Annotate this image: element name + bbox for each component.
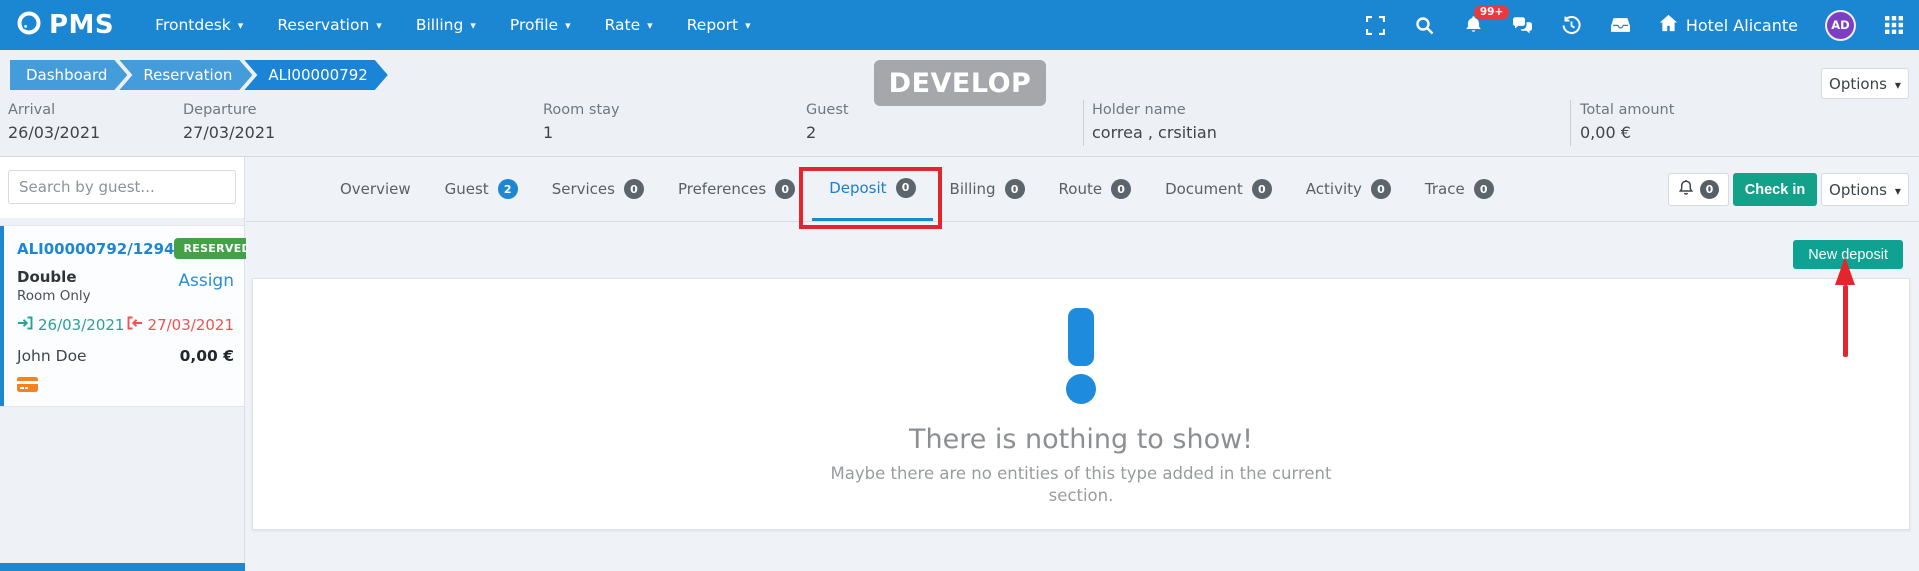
tab-route[interactable]: Route0 bbox=[1042, 157, 1149, 221]
history-icon[interactable] bbox=[1561, 14, 1583, 36]
tab-deposit[interactable]: Deposit0 bbox=[812, 157, 932, 221]
breadcrumb-reservation-id[interactable]: ALI00000792 bbox=[244, 60, 387, 90]
field-departure: Departure 27/03/2021 bbox=[183, 102, 275, 142]
exclamation-icon bbox=[1068, 308, 1094, 366]
tab-preferences-count-badge: 0 bbox=[775, 179, 795, 199]
room-type: Double bbox=[17, 268, 91, 286]
new-deposit-button[interactable]: New deposit bbox=[1793, 240, 1903, 269]
field-holder-name: Holder name correa , crsitian bbox=[1092, 102, 1217, 142]
active-hotel-selector[interactable]: Hotel Alicante bbox=[1659, 14, 1798, 36]
field-guest: Guest 2 bbox=[806, 102, 849, 142]
notifications-bell-icon[interactable]: 99+ bbox=[1463, 14, 1485, 36]
search-input[interactable] bbox=[8, 170, 236, 204]
divider bbox=[1570, 100, 1571, 146]
header-options-button[interactable]: Options bbox=[1821, 68, 1909, 99]
check-out-arrow-icon bbox=[127, 316, 143, 334]
notification-count-badge: 99+ bbox=[1474, 5, 1509, 20]
app-logo[interactable]: PMS bbox=[16, 10, 114, 40]
rooms-sidebar: ALI00000792/1294 RESERVED Double Room On… bbox=[0, 157, 245, 571]
divider bbox=[1083, 100, 1084, 146]
sidebar-search-section bbox=[0, 157, 244, 218]
chat-icon[interactable] bbox=[1512, 14, 1534, 36]
tab-trace-count-badge: 0 bbox=[1474, 179, 1494, 199]
board-type: Room Only bbox=[17, 288, 91, 304]
menu-rate[interactable]: Rate bbox=[590, 0, 668, 50]
alerts-count-badge: 0 bbox=[1700, 180, 1719, 199]
menu-reservation[interactable]: Reservation bbox=[262, 0, 397, 50]
reservation-reference-link[interactable]: ALI00000792/1294 bbox=[17, 240, 174, 258]
hotel-name: Hotel Alicante bbox=[1686, 16, 1798, 35]
deposit-content-panel: There is nothing to show! Maybe there ar… bbox=[252, 278, 1910, 530]
field-total-amount: Total amount 0,00 € bbox=[1580, 102, 1674, 142]
breadcrumb: Dashboard Reservation ALI00000792 bbox=[10, 60, 380, 90]
selected-indicator bbox=[0, 226, 4, 406]
reservation-header: Dashboard Reservation ALI00000792 DEVELO… bbox=[0, 50, 1919, 157]
breadcrumb-reservation[interactable]: Reservation bbox=[119, 60, 252, 90]
fullscreen-icon[interactable] bbox=[1365, 14, 1387, 36]
tab-overview[interactable]: Overview bbox=[323, 157, 428, 221]
user-avatar[interactable]: AD bbox=[1825, 10, 1856, 41]
tab-deposit-count-badge: 0 bbox=[896, 178, 916, 198]
menu-profile[interactable]: Profile bbox=[495, 0, 586, 50]
menu-billing[interactable]: Billing bbox=[401, 0, 491, 50]
tab-activity-count-badge: 0 bbox=[1371, 179, 1391, 199]
develop-environment-badge: DEVELOP bbox=[874, 60, 1046, 106]
tab-guest[interactable]: Guest2 bbox=[428, 157, 535, 221]
field-room-stay: Room stay 1 bbox=[543, 102, 620, 142]
brand-title: PMS bbox=[49, 10, 114, 40]
menu-report[interactable]: Report bbox=[672, 0, 766, 50]
payment-card-icon bbox=[17, 377, 234, 396]
tab-options-button[interactable]: Options bbox=[1821, 173, 1909, 206]
room-reservation-card[interactable]: ALI00000792/1294 RESERVED Double Room On… bbox=[0, 225, 244, 407]
reservation-detail-panel: Overview Guest2 Services0 Preferences0 D… bbox=[246, 157, 1919, 571]
home-icon bbox=[1659, 14, 1678, 36]
breadcrumb-dashboard[interactable]: Dashboard bbox=[10, 60, 127, 90]
tab-billing[interactable]: Billing0 bbox=[933, 157, 1042, 221]
card-departure-date: 27/03/2021 bbox=[148, 316, 234, 334]
tab-services[interactable]: Services0 bbox=[535, 157, 661, 221]
tab-guest-count-badge: 2 bbox=[498, 179, 518, 199]
menu-frontdesk[interactable]: Frontdesk bbox=[140, 0, 258, 50]
guest-name: John Doe bbox=[17, 347, 87, 365]
search-icon[interactable] bbox=[1414, 14, 1436, 36]
annotation-highlight-rectangle bbox=[799, 167, 941, 229]
pms-logo-icon bbox=[16, 10, 42, 40]
tab-preferences[interactable]: Preferences0 bbox=[661, 157, 812, 221]
main-menu: Frontdesk Reservation Billing Profile Ra… bbox=[140, 0, 765, 50]
alerts-bell-button[interactable]: 0 bbox=[1668, 173, 1729, 206]
card-arrival-date: 26/03/2021 bbox=[38, 316, 124, 334]
card-amount: 0,00 € bbox=[180, 347, 234, 365]
tab-document[interactable]: Document0 bbox=[1148, 157, 1289, 221]
check-in-arrow-icon bbox=[17, 316, 33, 334]
assign-link[interactable]: Assign bbox=[178, 271, 234, 291]
tab-activity[interactable]: Activity0 bbox=[1289, 157, 1408, 221]
tab-route-count-badge: 0 bbox=[1111, 179, 1131, 199]
field-arrival: Arrival 26/03/2021 bbox=[8, 102, 100, 142]
tab-trace[interactable]: Trace0 bbox=[1408, 157, 1511, 221]
apps-grid-icon[interactable] bbox=[1883, 14, 1905, 36]
sidebar-scrollbar[interactable] bbox=[0, 563, 245, 571]
deposit-toolbar: New deposit bbox=[246, 222, 1919, 278]
empty-state-title: There is nothing to show! bbox=[909, 424, 1253, 455]
check-in-button[interactable]: Check in bbox=[1733, 173, 1817, 206]
tab-billing-count-badge: 0 bbox=[1005, 179, 1025, 199]
tab-services-count-badge: 0 bbox=[624, 179, 644, 199]
tab-document-count-badge: 0 bbox=[1252, 179, 1272, 199]
empty-state-subtitle: Maybe there are no entities of this type… bbox=[809, 463, 1354, 508]
bell-outline-icon bbox=[1678, 179, 1694, 200]
inbox-tray-icon[interactable] bbox=[1610, 14, 1632, 36]
empty-state: There is nothing to show! Maybe there ar… bbox=[253, 279, 1909, 508]
exclamation-dot bbox=[1066, 374, 1096, 404]
detail-tabs: Overview Guest2 Services0 Preferences0 D… bbox=[246, 157, 1919, 222]
top-navbar: PMS Frontdesk Reservation Billing Profil… bbox=[0, 0, 1919, 50]
